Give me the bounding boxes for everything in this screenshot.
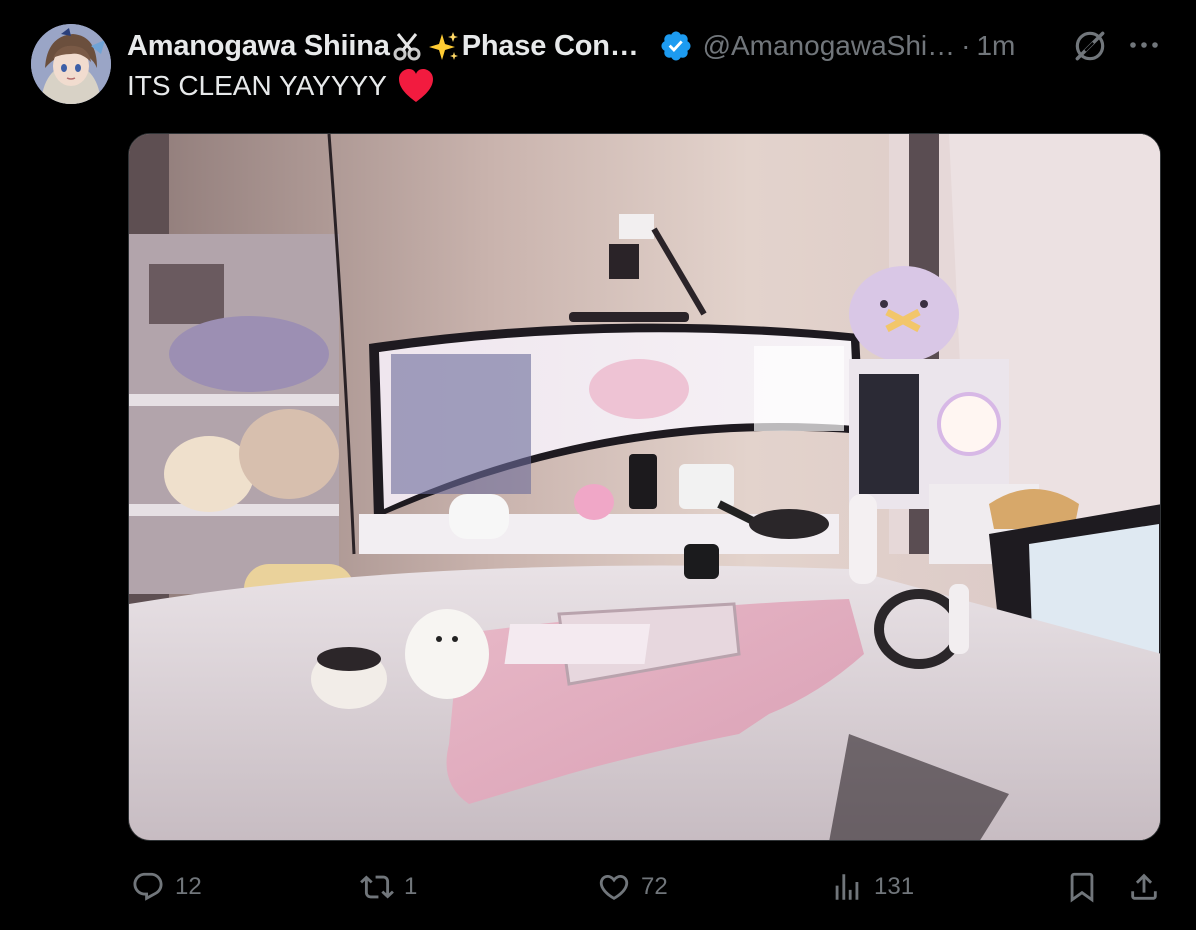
views-button[interactable]: 131: [830, 862, 914, 912]
repost-button[interactable]: 1: [360, 862, 417, 912]
display-name-suffix[interactable]: Phase Con…: [462, 30, 639, 63]
desk-setup-photo: [129, 134, 1160, 840]
more-icon[interactable]: [1127, 30, 1161, 60]
timestamp[interactable]: 1m: [976, 30, 1015, 62]
verified-badge-icon[interactable]: [659, 29, 693, 63]
like-button[interactable]: 72: [597, 862, 668, 912]
post-text: ITS CLEAN YAYYYY: [127, 68, 435, 104]
tweet[interactable]: Amanogawa Shiina Phase Con… @AmanogawaSh…: [0, 0, 1196, 930]
reply-count: 12: [175, 873, 202, 900]
avatar[interactable]: [31, 24, 111, 104]
repost-icon: [360, 875, 394, 899]
like-count: 72: [641, 873, 668, 900]
post-header: Amanogawa Shiina Phase Con… @AmanogawaSh…: [127, 26, 1177, 66]
avatar-image: [31, 24, 111, 104]
sparkles-emoji-icon: [428, 32, 458, 60]
separator-dot: ·: [961, 30, 971, 61]
share-button[interactable]: [1127, 862, 1161, 912]
post-text-content: ITS CLEAN YAYYYY: [127, 70, 387, 101]
display-name[interactable]: Amanogawa Shiina: [127, 30, 390, 63]
action-bar: 12 1 72 131: [0, 862, 1196, 912]
views-count: 131: [874, 873, 915, 900]
repost-count: 1: [404, 873, 418, 900]
like-icon: [599, 874, 629, 900]
handle[interactable]: @AmanogawaShi…: [703, 30, 956, 62]
views-icon: [835, 874, 859, 900]
share-icon: [1131, 873, 1157, 900]
reply-button[interactable]: 12: [131, 862, 202, 912]
grok-icon[interactable]: [1071, 27, 1109, 65]
red-heart-emoji-icon: [398, 69, 433, 102]
bookmark-icon: [1070, 872, 1094, 903]
reply-icon: [133, 872, 163, 901]
scissors-emoji-icon: [393, 33, 421, 61]
bookmark-button[interactable]: [1065, 862, 1099, 912]
post-photo[interactable]: [128, 133, 1161, 841]
